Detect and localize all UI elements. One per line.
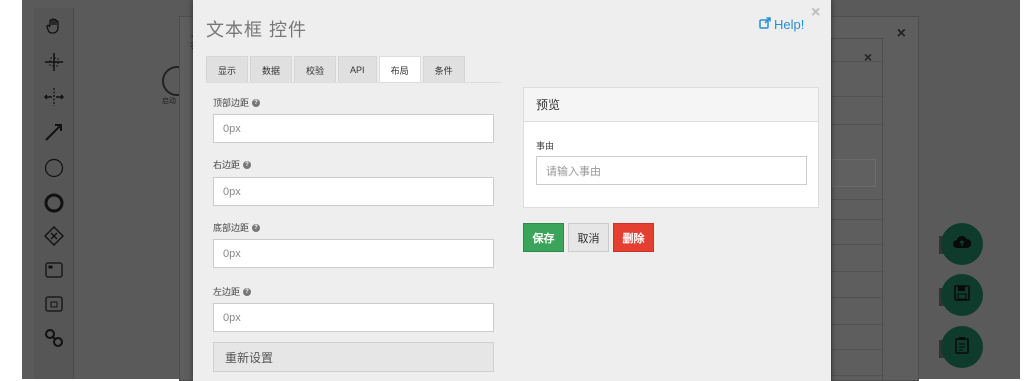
gateway-icon[interactable] [42, 224, 66, 248]
help-link-label: Help! [774, 17, 805, 32]
help-link[interactable]: Help! [759, 17, 804, 32]
save-diagram-button[interactable] [941, 274, 983, 316]
subprocess-icon[interactable] [42, 292, 66, 316]
close-icon[interactable]: × [811, 4, 820, 22]
margin-right-label: 右边距 ? [213, 158, 252, 171]
margin-right-label-text: 右边距 [213, 160, 241, 170]
dialog-title: 文本框 控件 [206, 20, 308, 40]
divider [832, 96, 884, 97]
preview-reason-input[interactable]: 请输入事由 [536, 156, 807, 185]
divider [832, 61, 884, 62]
save-button[interactable]: 保存 [523, 223, 564, 252]
connect-icon[interactable] [42, 120, 66, 144]
clipboard-button[interactable] [941, 326, 983, 368]
external-link-icon [759, 17, 771, 32]
palette-toolbar [34, 8, 74, 379]
divider [832, 244, 884, 245]
upload-icon [952, 234, 972, 255]
text-field-dialog: 文本框 控件 Help! × 显示 数据 校验 API 布局 条件 顶部边距 ?… [193, 0, 831, 381]
tab-bar: 显示 数据 校验 API 布局 条件 [206, 56, 467, 83]
divider [832, 219, 884, 220]
hand-icon[interactable] [42, 14, 66, 38]
lasso-icon[interactable] [42, 50, 66, 74]
link-icon[interactable] [42, 326, 66, 350]
start-event-icon[interactable] [42, 156, 66, 180]
divider [832, 199, 884, 200]
preview-panel: 预览 事由 请输入事由 [523, 87, 819, 208]
divider [832, 124, 884, 125]
margin-left-input[interactable]: 0px [213, 303, 494, 332]
tab-api[interactable]: API [338, 56, 377, 83]
tab-data[interactable]: 数据 [250, 56, 293, 83]
question-icon[interactable]: ? [243, 160, 252, 169]
margin-bottom-label-text: 底部边距 [213, 223, 250, 233]
side-modal-field [832, 159, 876, 187]
tab-conditional[interactable]: 条件 [422, 56, 465, 83]
space-tool-icon[interactable] [42, 85, 66, 109]
tab-divider [206, 82, 501, 83]
background-modal-close: × [896, 25, 906, 42]
frame-left [0, 0, 22, 381]
start-event-label: 启动 [162, 98, 176, 105]
divider [832, 349, 884, 350]
clipboard-icon [955, 336, 969, 359]
question-icon[interactable]: ? [252, 98, 261, 107]
margin-top-input[interactable]: 0px [213, 114, 494, 143]
reset-button[interactable]: 重新设置 [213, 342, 494, 372]
divider [832, 324, 884, 325]
end-event-icon[interactable] [42, 191, 66, 215]
margin-top-label: 顶部边距 ? [213, 96, 261, 109]
save-icon [954, 284, 970, 306]
delete-button[interactable]: 删除 [613, 223, 654, 252]
side-modal-close: × [863, 49, 872, 65]
divider [832, 271, 884, 272]
preview-heading: 预览 [524, 88, 818, 122]
margin-left-label-text: 左边距 [213, 287, 241, 297]
upload-button[interactable] [941, 223, 983, 265]
margin-bottom-label: 底部边距 ? [213, 221, 261, 234]
side-modal: × [831, 38, 884, 381]
tab-layout[interactable]: 布局 [378, 56, 421, 83]
divider [832, 375, 884, 376]
margin-right-input[interactable]: 0px [213, 177, 494, 206]
question-icon[interactable]: ? [243, 287, 252, 296]
tab-display[interactable]: 显示 [206, 56, 249, 83]
tab-validation[interactable]: 校验 [294, 56, 337, 83]
task-icon[interactable] [42, 258, 66, 282]
margin-top-label-text: 顶部边距 [213, 98, 250, 108]
cancel-button[interactable]: 取消 [568, 223, 609, 252]
divider [832, 297, 884, 298]
margin-left-label: 左边距 ? [213, 285, 252, 298]
question-icon[interactable]: ? [252, 223, 261, 232]
preview-field-label: 事由 [536, 141, 555, 151]
frame-right [1020, 0, 1024, 381]
margin-bottom-input[interactable]: 0px [213, 239, 494, 268]
